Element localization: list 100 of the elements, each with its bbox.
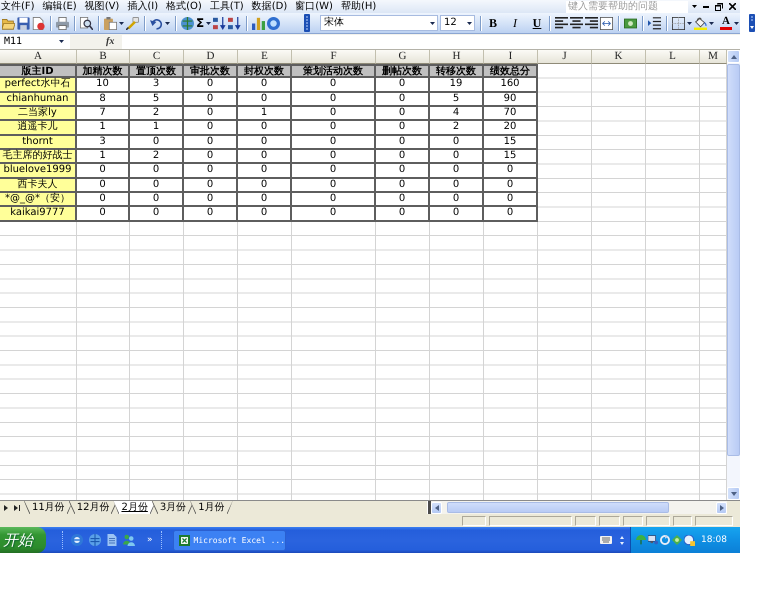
- banknote-icon[interactable]: [624, 16, 637, 30]
- bar-chart-icon[interactable]: [252, 16, 266, 30]
- caret-icon[interactable]: [709, 22, 714, 24]
- italic-button[interactable]: I: [508, 16, 522, 30]
- people-icon[interactable]: [123, 534, 135, 546]
- name-box[interactable]: M11: [0, 34, 70, 48]
- caret-right-icon[interactable]: [720, 504, 724, 510]
- caret-icon[interactable]: [119, 22, 124, 24]
- ring-icon[interactable]: [71, 534, 83, 546]
- print-icon[interactable]: [56, 16, 69, 30]
- clipboard-icon[interactable]: [104, 16, 117, 30]
- menu-item[interactable]: 视图(V): [84, 0, 120, 12]
- column-header[interactable]: F: [292, 50, 376, 64]
- menu-item[interactable]: 窗口(W): [295, 0, 333, 12]
- help-search-field[interactable]: 键入需要帮助的问题: [566, 0, 688, 12]
- caret-icon[interactable]: [165, 22, 170, 24]
- font-size-dropdown[interactable]: 12: [440, 15, 475, 31]
- taskbar-button[interactable]: Microsoft Excel ...: [172, 530, 286, 550]
- menu-item[interactable]: 帮助(H): [340, 0, 376, 12]
- bold-button[interactable]: B: [486, 16, 500, 30]
- caret-up-icon[interactable]: [730, 54, 736, 58]
- undo-icon[interactable]: [150, 16, 163, 30]
- merge-cells-icon[interactable]: [600, 16, 613, 30]
- sort-ascending-icon[interactable]: [213, 16, 226, 30]
- up-down-arrows-icon[interactable]: [620, 536, 624, 544]
- sheet-tab[interactable]: 3月份: [152, 501, 194, 514]
- column-header[interactable]: I: [484, 50, 538, 64]
- column-header[interactable]: L: [646, 50, 700, 64]
- caret-icon[interactable]: [467, 22, 472, 24]
- autosum-button[interactable]: Σ: [196, 16, 204, 30]
- keyboard-icon[interactable]: [600, 536, 612, 544]
- diamond-icon[interactable]: [672, 535, 682, 545]
- menu-item[interactable]: 插入(I): [127, 0, 158, 12]
- align-left-icon[interactable]: [555, 16, 568, 30]
- font-color-button[interactable]: A: [720, 16, 732, 30]
- close-icon[interactable]: [729, 3, 736, 10]
- insert-function-button[interactable]: fx: [106, 34, 114, 48]
- sort-descending-icon[interactable]: [228, 16, 242, 30]
- column-header[interactable]: H: [430, 50, 484, 64]
- sheet-tab[interactable]: 11月份: [24, 501, 73, 514]
- scroll-left-button[interactable]: [431, 502, 442, 514]
- caret-icon[interactable]: [206, 22, 212, 24]
- align-right-icon[interactable]: [585, 16, 598, 30]
- restore-icon[interactable]: [715, 2, 723, 10]
- open-folder-icon[interactable]: [2, 16, 15, 30]
- document-icon[interactable]: [32, 16, 45, 30]
- sheet-tab[interactable]: 1月份: [190, 501, 233, 514]
- toolbar-options-icon[interactable]: [748, 14, 755, 32]
- sheet-tab[interactable]: 12月份: [68, 501, 118, 514]
- globe-icon[interactable]: [89, 534, 101, 546]
- document-icon[interactable]: [107, 534, 117, 546]
- scroll-right-button[interactable]: [716, 502, 727, 514]
- column-header[interactable]: G: [376, 50, 430, 64]
- more-button[interactable]: »: [147, 535, 153, 545]
- magnifier-icon[interactable]: [80, 16, 93, 30]
- caret-icon[interactable]: [430, 22, 435, 24]
- toolbar-grip-icon[interactable]: [304, 14, 310, 32]
- column-header[interactable]: C: [130, 50, 184, 64]
- tab-split-handle[interactable]: [427, 501, 431, 514]
- align-center-icon[interactable]: [570, 16, 583, 30]
- globe-lock-icon[interactable]: [684, 534, 695, 546]
- caret-icon[interactable]: [734, 22, 739, 24]
- minimize-icon[interactable]: [703, 6, 709, 8]
- column-header[interactable]: J: [538, 50, 592, 64]
- caret-icon[interactable]: [59, 40, 64, 43]
- menu-item[interactable]: 格式(O): [166, 0, 202, 12]
- border-icon[interactable]: [672, 16, 685, 30]
- globe-icon[interactable]: [181, 16, 194, 30]
- formula-input[interactable]: [122, 34, 740, 48]
- last-sheet-icon[interactable]: [14, 504, 20, 510]
- monitor-icon[interactable]: [648, 535, 658, 545]
- scroll-up-button[interactable]: [727, 50, 740, 63]
- column-header[interactable]: B: [77, 50, 130, 64]
- menu-item[interactable]: 工具(T): [210, 0, 244, 12]
- menu-item[interactable]: 文件(F): [1, 0, 35, 12]
- paint-bucket-icon[interactable]: [694, 16, 707, 30]
- caret-icon[interactable]: [692, 5, 697, 8]
- caret-down-icon[interactable]: [730, 492, 736, 496]
- start-button[interactable]: 开始: [0, 527, 46, 553]
- sheet-tab[interactable]: 2月份: [113, 501, 156, 514]
- font-dropdown[interactable]: 宋体: [320, 15, 438, 31]
- horizontal-scrollbar[interactable]: [431, 501, 727, 514]
- caret-left-icon[interactable]: [434, 504, 438, 510]
- scrollbar-thumb[interactable]: [447, 502, 669, 513]
- caret-icon[interactable]: [687, 22, 692, 24]
- column-header[interactable]: D: [184, 50, 238, 64]
- menu-item[interactable]: 数据(D): [252, 0, 288, 12]
- indent-icon[interactable]: [648, 16, 661, 30]
- spreadsheet-icon[interactable]: [178, 534, 190, 546]
- brush-icon[interactable]: [126, 16, 139, 30]
- save-icon[interactable]: [17, 16, 30, 30]
- next-sheet-icon[interactable]: [4, 504, 8, 510]
- scroll-down-button[interactable]: [727, 487, 740, 500]
- menu-item[interactable]: 编辑(E): [42, 0, 77, 12]
- column-header[interactable]: K: [592, 50, 646, 64]
- column-header[interactable]: A: [0, 50, 77, 64]
- underline-button[interactable]: U: [530, 16, 544, 30]
- column-header[interactable]: E: [238, 50, 292, 64]
- ring-icon[interactable]: [267, 16, 280, 30]
- column-header[interactable]: M: [700, 50, 727, 64]
